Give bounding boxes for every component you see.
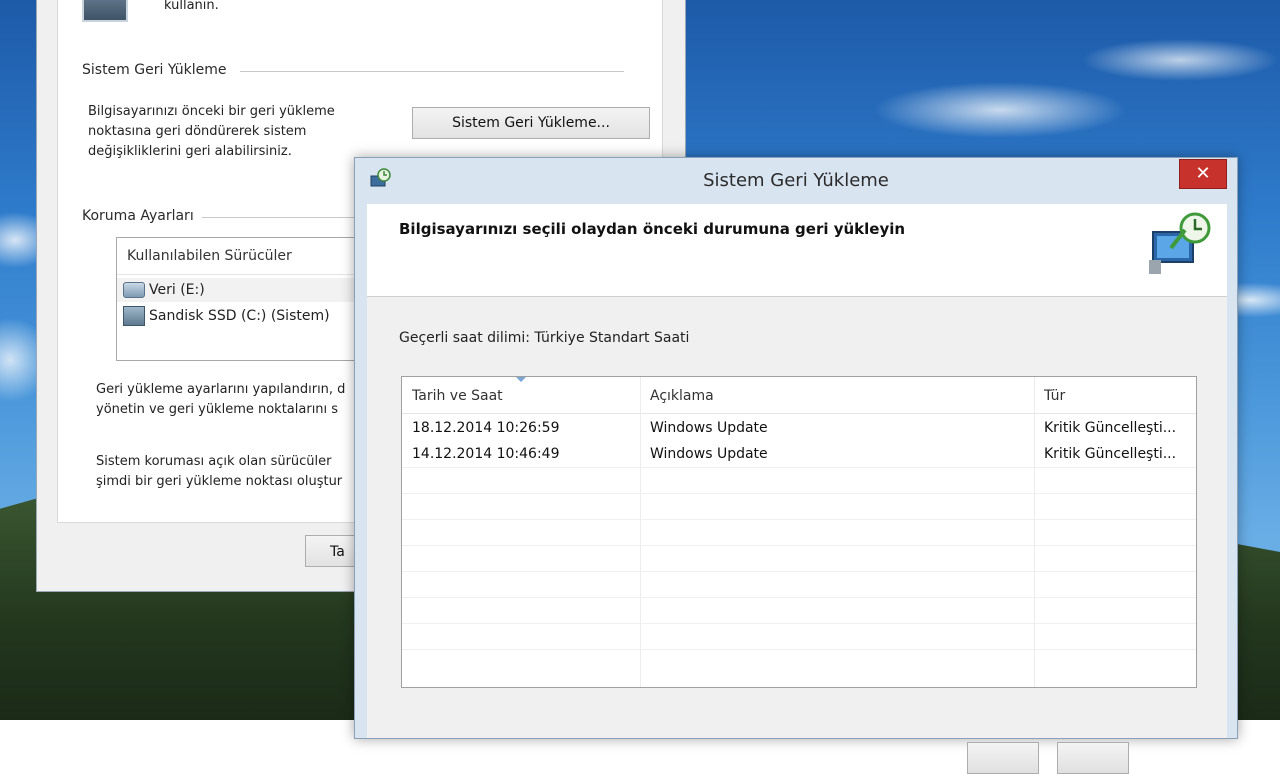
group-divider bbox=[240, 71, 624, 72]
restore-points-table[interactable]: Tarih ve Saat Açıklama Tür 18.12.2014 10… bbox=[401, 376, 1197, 688]
cell-type: Kritik Güncelleşti... bbox=[1044, 446, 1177, 462]
column-header-type[interactable]: Tür bbox=[1034, 377, 1194, 413]
grid-line bbox=[402, 571, 1196, 572]
ssd-icon bbox=[123, 306, 145, 326]
column-header-date[interactable]: Tarih ve Saat bbox=[402, 377, 642, 413]
timezone-label: Geçerli saat dilimi: Türkiye Standart Sa… bbox=[399, 330, 690, 346]
column-header-description[interactable]: Açıklama bbox=[640, 377, 1034, 413]
sort-indicator-icon bbox=[516, 377, 526, 382]
grid-line bbox=[402, 597, 1196, 598]
grid-line bbox=[402, 545, 1196, 546]
restore-group-title: Sistem Geri Yükleme bbox=[82, 62, 227, 78]
close-button[interactable]: ✕ bbox=[1179, 159, 1227, 189]
cell-description: Windows Update bbox=[650, 420, 768, 436]
cell-description: Windows Update bbox=[650, 446, 768, 462]
grid-line bbox=[402, 623, 1196, 624]
create-description: Sistem koruması açık olan sürücüler şimd… bbox=[96, 454, 343, 489]
grid-line bbox=[402, 493, 1196, 494]
hdd-icon bbox=[123, 282, 145, 298]
dialog-header: Bilgisayarınızı seçili olaydan önceki du… bbox=[367, 204, 1227, 297]
table-row[interactable]: 18.12.2014 10:26:59 Windows Update Kriti… bbox=[402, 415, 1196, 441]
cell-date: 14.12.2014 10:46:49 bbox=[412, 446, 560, 462]
drive-label: Veri (E:) bbox=[149, 282, 205, 298]
drive-label: Sandisk SSD (C:) (Sistem) bbox=[149, 308, 330, 324]
table-row[interactable]: 14.12.2014 10:46:49 Windows Update Kriti… bbox=[402, 441, 1196, 467]
system-restore-dialog: Sistem Geri Yükleme ✕ Bilgisayarınızı se… bbox=[354, 157, 1238, 774]
group-divider bbox=[202, 217, 362, 218]
drive-list-header: Kullanılabilen Sürücüler bbox=[127, 248, 292, 264]
dialog-title: Sistem Geri Yükleme bbox=[703, 170, 889, 191]
restore-computer-icon bbox=[1149, 212, 1211, 274]
dialog-header-title: Bilgisayarınızı seçili olaydan önceki du… bbox=[399, 220, 906, 238]
restore-description: Bilgisayarınızı önceki bir geri yükleme … bbox=[88, 104, 335, 159]
grid-line bbox=[402, 519, 1196, 520]
top-description-text: kullanın. bbox=[164, 0, 219, 13]
dialog-button[interactable] bbox=[967, 742, 1039, 774]
title-bar[interactable]: Sistem Geri Yükleme ✕ bbox=[355, 158, 1237, 204]
table-header: Tarih ve Saat Açıklama Tür bbox=[402, 377, 1196, 414]
computer-icon bbox=[82, 0, 128, 22]
protection-group-title: Koruma Ayarları bbox=[82, 208, 194, 224]
grid-line bbox=[402, 649, 1196, 650]
cell-type: Kritik Güncelleşti... bbox=[1044, 420, 1177, 436]
configure-description: Geri yükleme ayarlarını yapılandırın, d … bbox=[96, 382, 346, 417]
dialog-button[interactable] bbox=[1057, 742, 1129, 774]
system-restore-button[interactable]: Sistem Geri Yükleme... bbox=[412, 107, 650, 139]
grid-line bbox=[402, 467, 1196, 468]
cell-date: 18.12.2014 10:26:59 bbox=[412, 420, 560, 436]
drive-item-sandisk-ssd[interactable]: Sandisk SSD (C:) (Sistem) bbox=[123, 306, 330, 326]
dialog-client-area: Bilgisayarınızı seçili olaydan önceki du… bbox=[367, 204, 1227, 774]
